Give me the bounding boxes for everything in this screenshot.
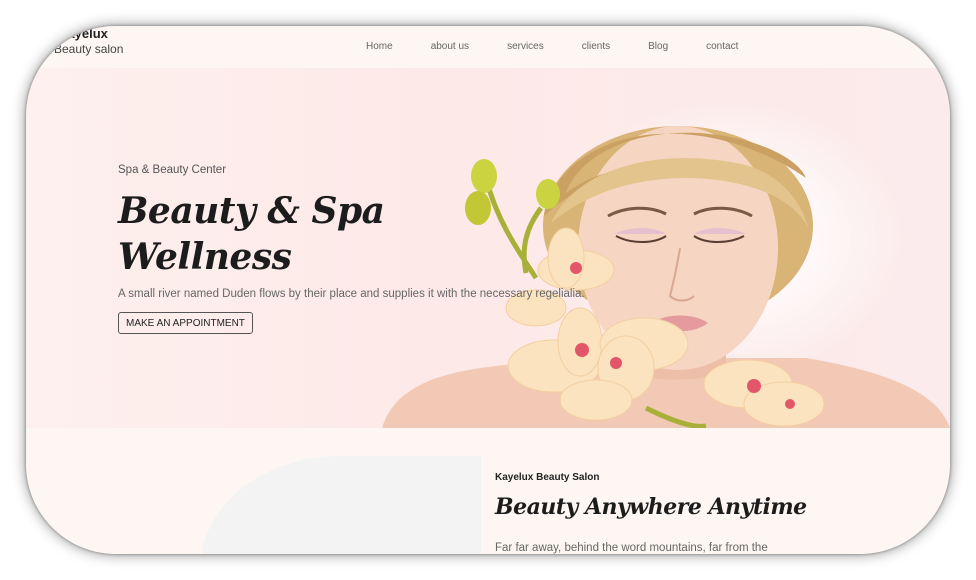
nav-home[interactable]: Home: [366, 41, 393, 52]
main-nav: Home about us services clients Blog cont…: [366, 41, 776, 52]
about-title: Beauty Anywhere Anytime: [495, 494, 807, 520]
make-appointment-button[interactable]: MAKE AN APPOINTMENT: [118, 312, 253, 334]
top-navbar: Kayelux Beauty salon Home about us servi…: [26, 26, 950, 68]
nav-services[interactable]: services: [507, 41, 544, 52]
page-frame: Kayelux Beauty salon Home about us servi…: [26, 26, 950, 554]
about-text: Far far away, behind the word mountains,…: [495, 542, 768, 554]
about-section: Kayelux Beauty Salon Beauty Anywhere Any…: [26, 428, 950, 554]
hero-description: A small river named Duden flows by their…: [118, 288, 585, 300]
hero-section: Spa & Beauty Center Beauty & Spa Wellnes…: [26, 68, 950, 428]
nav-clients[interactable]: clients: [582, 41, 610, 52]
brand-name[interactable]: Kayelux: [58, 26, 108, 41]
about-eyebrow: Kayelux Beauty Salon: [495, 472, 600, 483]
about-image: [201, 456, 481, 554]
nav-blog[interactable]: Blog: [648, 41, 668, 52]
nav-about[interactable]: about us: [431, 41, 469, 52]
hero-title: Beauty & Spa Wellness: [118, 190, 385, 278]
portrait-image: [382, 126, 950, 428]
nav-contact[interactable]: contact: [706, 41, 738, 52]
hero-eyebrow: Spa & Beauty Center: [118, 164, 227, 176]
brand-subtitle: Beauty salon: [54, 42, 124, 56]
